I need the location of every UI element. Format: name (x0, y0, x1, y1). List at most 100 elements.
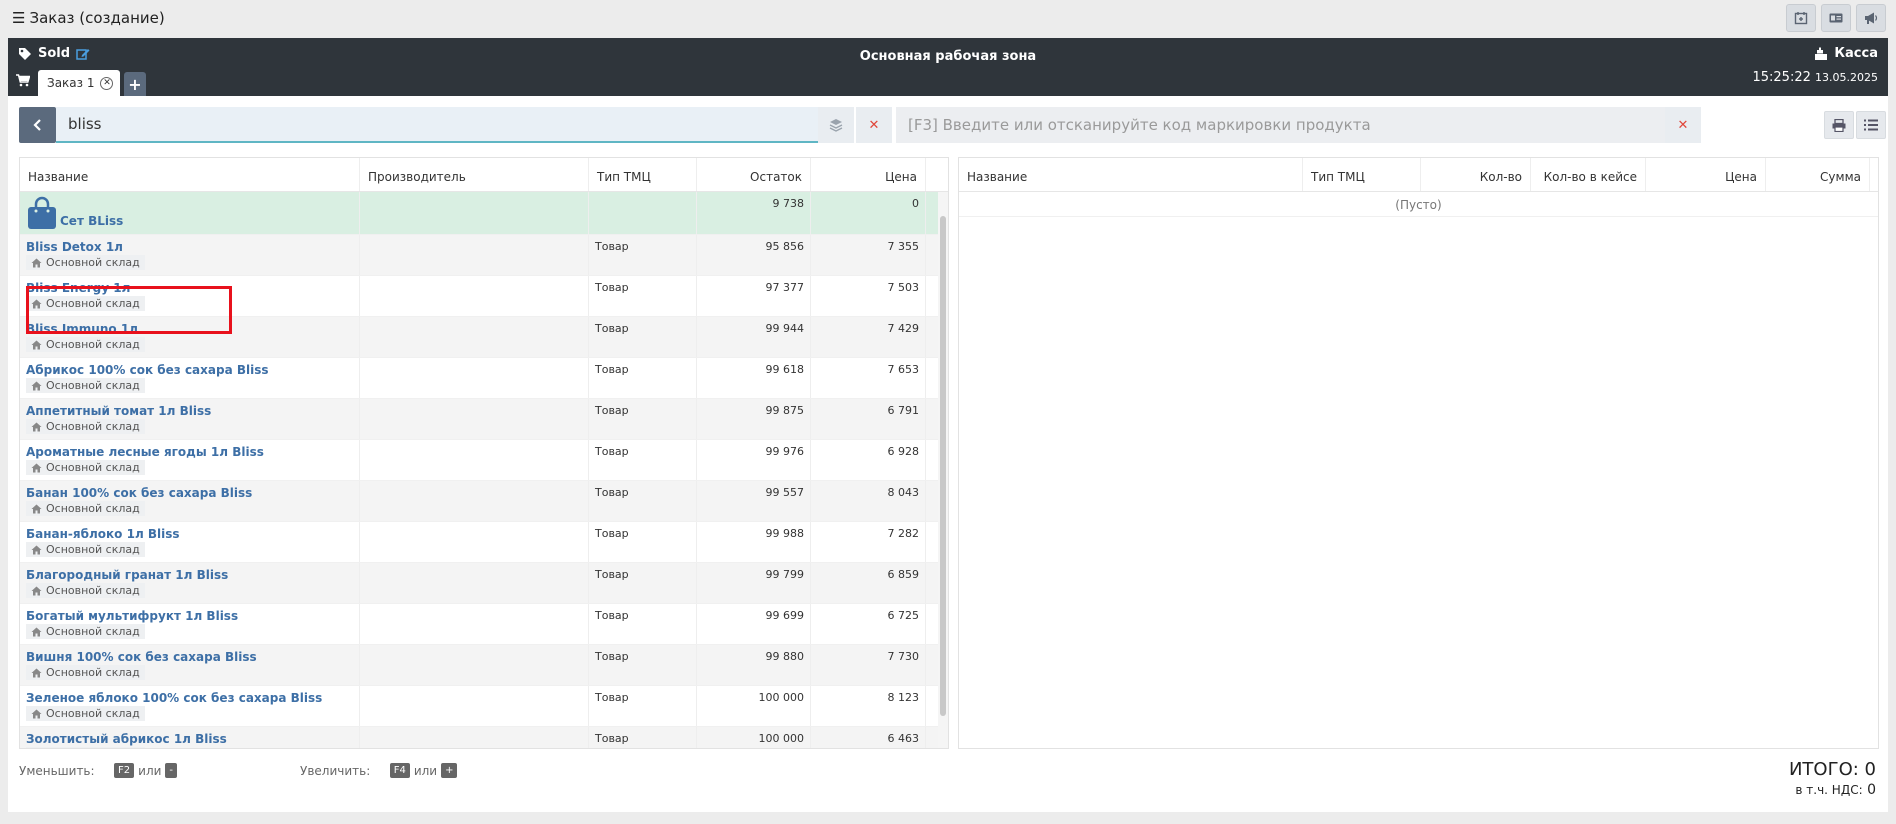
clock: 15:25:22 13.05.2025 (1752, 70, 1878, 85)
type-cell: Товар (589, 276, 697, 316)
stock-cell: 100 000 (697, 727, 811, 748)
scrollbar[interactable] (938, 192, 948, 748)
table-row[interactable]: Богатый мультифрукт 1л Bliss Основной скл… (20, 604, 948, 645)
close-tab-icon[interactable]: ✕ (100, 76, 114, 90)
type-cell: Товар (589, 563, 697, 603)
announce-button[interactable] (1856, 4, 1886, 32)
col-case-quantity[interactable]: Кол-во в кейсе (1531, 158, 1646, 191)
home-icon (31, 586, 42, 595)
type-cell: Товар (589, 686, 697, 726)
marking-code-input[interactable] (896, 107, 1665, 143)
manufacturer-cell (360, 317, 589, 357)
stock-cell: 99 988 (697, 522, 811, 562)
type-cell: Товар (589, 235, 697, 275)
product-name[interactable]: Золотистый абрикос 1л Bliss (26, 732, 353, 746)
tab-order-1[interactable]: Заказ 1 ✕ (38, 70, 120, 96)
table-row[interactable]: Ароматные лесные ягоды 1л Bliss Основной … (20, 440, 948, 481)
col-manufacturer[interactable]: Производитель (360, 158, 589, 191)
stock-cell: 99 880 (697, 645, 811, 685)
search-input[interactable] (56, 107, 818, 143)
product-name[interactable]: Вишня 100% сок без сахара Bliss (26, 650, 353, 664)
stock-cell: 99 557 (697, 481, 811, 521)
clear-code-button[interactable]: ✕ (1665, 107, 1701, 143)
manufacturer-cell (360, 481, 589, 521)
back-button[interactable] (19, 107, 56, 143)
menu-icon[interactable]: ☰ (12, 9, 25, 27)
vat-total: в т.ч. НДС: 0 (1795, 782, 1876, 798)
table-row-set[interactable]: Сет BLiss 9 738 0 (20, 192, 948, 235)
table-row[interactable]: Банан-яблоко 1л Bliss Основной склад Товар… (20, 522, 948, 563)
stock-cell: 99 944 (697, 317, 811, 357)
manufacturer-cell (360, 686, 589, 726)
warehouse-badge: Основной склад (26, 706, 145, 721)
col-sum[interactable]: Сумма (1766, 158, 1870, 191)
col-name[interactable]: Название (20, 158, 360, 191)
table-row[interactable]: Зеленое яблоко 100% сок без сахара Bliss… (20, 686, 948, 727)
home-icon (31, 340, 42, 349)
warehouse-badge: Основной склад (26, 542, 145, 557)
col-type[interactable]: Тип ТМЦ (589, 158, 697, 191)
megaphone-icon (1865, 12, 1878, 24)
table-row[interactable]: Вишня 100% сок без сахара Bliss Основной … (20, 645, 948, 686)
table-row[interactable]: Золотистый абрикос 1л BlissОсновной скла… (20, 727, 948, 748)
col-quantity[interactable]: Кол-во (1421, 158, 1531, 191)
set-name[interactable]: Сет BLiss (60, 214, 123, 228)
chevron-left-icon (32, 119, 41, 131)
list-icon (1864, 119, 1878, 131)
table-row[interactable]: Bliss Energy 1л Основной склад Товар 97 377… (20, 276, 948, 317)
product-name[interactable]: Богатый мультифрукт 1л Bliss (26, 609, 353, 623)
table-row[interactable]: Банан 100% сок без сахара Bliss Основной … (20, 481, 948, 522)
price-cell: 8 123 (811, 686, 926, 726)
col-price[interactable]: Цена (811, 158, 926, 191)
warehouse-badge: Основной склад (26, 378, 145, 393)
table-row[interactable]: Bliss Immuno 1л Основной склад Товар 99 944… (20, 317, 948, 358)
col-type[interactable]: Тип ТМЦ (1303, 158, 1421, 191)
price-cell: 7 355 (811, 235, 926, 275)
price-cell: 6 463 (811, 727, 926, 748)
table-row[interactable]: Абрикос 100% сок без сахара Bliss Основно… (20, 358, 948, 399)
add-tab-button[interactable]: + (124, 72, 146, 96)
pos-header: Sold Основная рабочая зона Касса 15:25:2… (8, 38, 1888, 96)
product-name[interactable]: Bliss Energy 1л (26, 281, 353, 295)
product-name[interactable]: Bliss Immuno 1л (26, 322, 353, 336)
layers-button[interactable] (818, 107, 854, 143)
product-name[interactable]: Ароматные лесные ягоды 1л Bliss (26, 445, 353, 459)
product-name[interactable]: Благородный гранат 1л Bliss (26, 568, 353, 582)
manufacturer-cell (360, 645, 589, 685)
home-icon (31, 299, 42, 308)
manufacturer-cell (360, 276, 589, 316)
product-name[interactable]: Абрикос 100% сок без сахара Bliss (26, 363, 353, 377)
home-icon (31, 709, 42, 718)
product-name[interactable]: Зеленое яблоко 100% сок без сахара Bliss (26, 691, 353, 705)
id-card-icon (1829, 13, 1843, 23)
order-table-header: Название Тип ТМЦ Кол-во Кол-во в кейсе Ц… (959, 158, 1878, 192)
col-name[interactable]: Название (959, 158, 1303, 191)
scrollbar-thumb[interactable] (940, 216, 946, 716)
price-cell: 6 791 (811, 399, 926, 439)
product-name[interactable]: Bliss Detox 1л (26, 240, 353, 254)
table-row[interactable]: Благородный гранат 1л Bliss Основной скла… (20, 563, 948, 604)
id-card-button[interactable] (1821, 4, 1851, 32)
type-cell: Товар (589, 358, 697, 398)
kassa-section[interactable]: Касса (1814, 46, 1878, 61)
stock-cell: 100 000 (697, 686, 811, 726)
manufacturer-cell (360, 235, 589, 275)
product-name[interactable]: Аппетитный томат 1л Bliss (26, 404, 353, 418)
home-icon (31, 545, 42, 554)
clear-search-button[interactable]: ✕ (856, 107, 892, 143)
col-price[interactable]: Цена (1646, 158, 1766, 191)
price-cell: 7 503 (811, 276, 926, 316)
product-name[interactable]: Банан-яблоко 1л Bliss (26, 527, 353, 541)
home-icon (31, 504, 42, 513)
manufacturer-cell (360, 727, 589, 748)
cart-icon[interactable] (16, 74, 30, 87)
calendar-button[interactable] (1786, 4, 1816, 32)
manufacturer-cell (360, 440, 589, 480)
table-row[interactable]: Аппетитный томат 1л Bliss Основной склад Т… (20, 399, 948, 440)
price-cell: 6 928 (811, 440, 926, 480)
col-stock[interactable]: Остаток (697, 158, 811, 191)
list-view-button[interactable] (1856, 111, 1886, 139)
print-button[interactable] (1824, 111, 1854, 139)
table-row[interactable]: Bliss Detox 1л Основной склад Товар 95 856 7… (20, 235, 948, 276)
product-name[interactable]: Банан 100% сок без сахара Bliss (26, 486, 353, 500)
